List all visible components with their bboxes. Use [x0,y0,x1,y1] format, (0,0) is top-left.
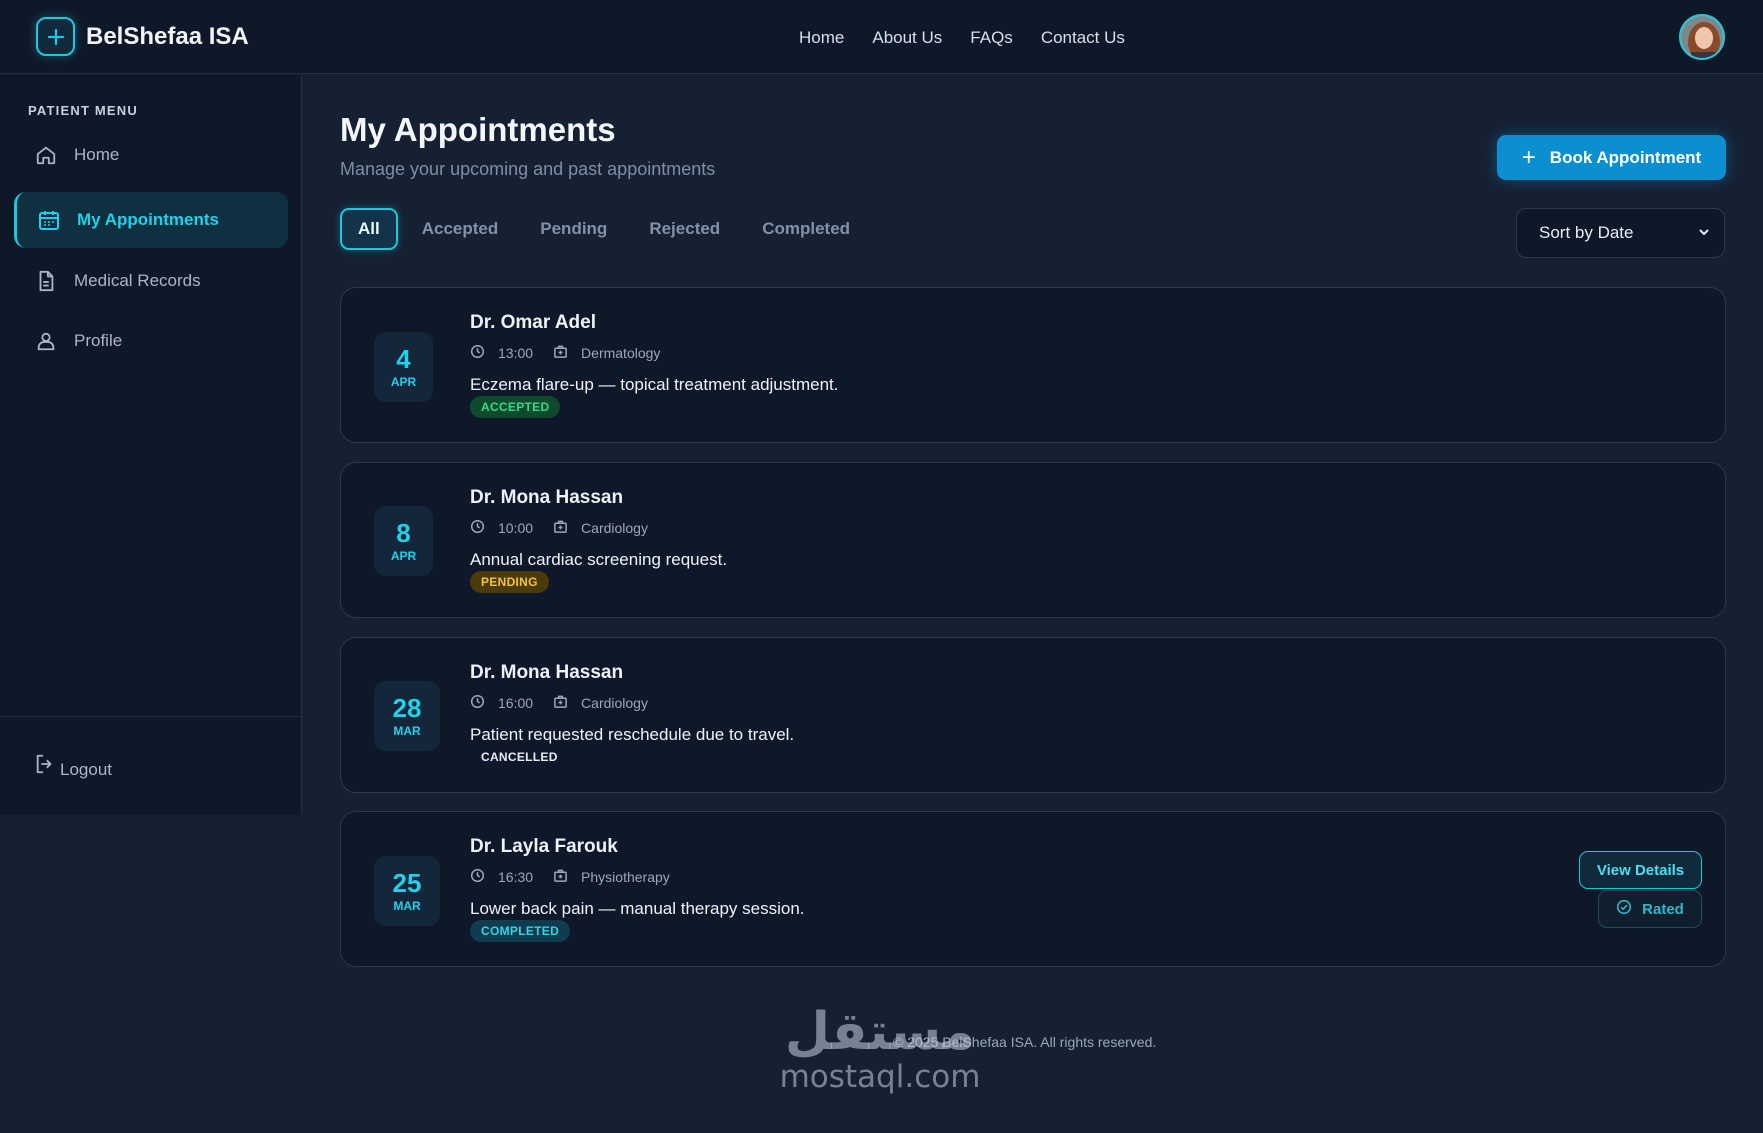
status-badge: CANCELLED [481,750,558,764]
page-title: My Appointments [340,111,616,148]
top-navbar: BelShefaa ISA Home About Us FAQs Contact… [0,0,1763,74]
view-details-button[interactable]: View Details [1579,851,1702,889]
tab-all[interactable]: All [340,208,398,250]
doctor-name: Dr. Omar Adel [470,312,597,333]
nav-about-link[interactable]: About Us [872,28,942,48]
appointment-card[interactable]: 8 APR Dr. Mona Hassan 10:00 Cardiology A… [340,462,1726,618]
check-circle-icon [1616,899,1632,919]
watermark-latin: mostaql.com [779,1059,981,1095]
brand-name: BelShefaa ISA [86,22,249,50]
appointment-time: 16:30 [498,869,534,885]
appointment-meta: 16:30 Physiotherapy [470,868,670,886]
appointment-card[interactable]: 25 MAR Dr. Layla Farouk 16:30 Physiother… [340,811,1726,967]
appointment-meta: 13:00 Dermatology [470,344,660,362]
appointment-time: 10:00 [498,520,534,536]
clock-icon [470,868,485,886]
status-filter-tabs: All Accepted Pending Rejected Completed [340,208,892,250]
tab-accepted[interactable]: Accepted [422,219,499,239]
sidebar-item-label: My Appointments [77,210,219,229]
appointment-note: Patient requested reschedule due to trav… [470,725,795,744]
medical-bag-icon [553,519,568,537]
appointment-card[interactable]: 4 APR Dr. Omar Adel 13:00 Dermatology Ec… [340,287,1726,443]
sort-select[interactable]: Sort by Date [1516,208,1725,258]
nav-home-link[interactable]: Home [799,28,844,48]
date-day: 25 [392,868,422,898]
status-badge: ACCEPTED [470,396,561,418]
clock-icon [470,344,485,362]
logout-label: Logout [60,760,112,779]
doctor-name: Dr. Mona Hassan [470,662,624,683]
appointment-meta: 10:00 Cardiology [470,519,648,537]
medical-bag-icon [553,868,568,886]
appointment-note: Annual cardiac screening request. [470,550,728,569]
date-month: MAR [393,724,421,738]
appointment-specialty: Cardiology [581,695,648,711]
appointment-specialty: Cardiology [581,520,648,536]
tab-pending[interactable]: Pending [540,219,607,239]
appointment-time: 13:00 [498,345,534,361]
watermark-logo: مستقل mostaql.com [773,1004,987,1094]
appointment-time: 16:00 [498,695,534,711]
date-day: 4 [396,344,411,374]
date-month: APR [390,375,417,389]
rated-button[interactable]: Rated [1598,890,1702,928]
date-box: 25 MAR [374,856,440,926]
sort-selected-value: Sort by Date [1539,223,1634,242]
nav-contact-link[interactable]: Contact Us [1041,28,1125,48]
date-month: MAR [393,899,421,913]
document-icon [34,269,58,293]
sidebar-divider [0,716,302,717]
doctor-name: Dr. Mona Hassan [470,487,624,508]
date-box: 28 MAR [374,681,440,751]
appointment-note: Lower back pain — manual therapy session… [470,899,805,918]
status-badge: COMPLETED [470,920,571,942]
sidebar-item-home[interactable]: Home [14,127,288,182]
user-avatar[interactable] [1679,14,1725,60]
sidebar-heading: PATIENT MENU [28,103,138,118]
date-day: 28 [392,693,422,723]
sidebar-item-label: Medical Records [74,270,201,290]
tab-completed[interactable]: Completed [762,219,850,239]
sidebar-item-medical-records[interactable]: Medical Records [14,253,288,308]
calendar-icon [37,208,61,232]
date-month: APR [390,549,417,563]
brand[interactable]: BelShefaa ISA [36,17,249,56]
appointment-card[interactable]: 28 MAR Dr. Mona Hassan 16:00 Cardiology … [340,637,1726,793]
nav-faqs-link[interactable]: FAQs [970,28,1013,48]
sidebar-item-label: Home [74,144,120,164]
date-box: 4 APR [374,332,433,402]
date-box: 8 APR [374,506,433,576]
appointment-specialty: Physiotherapy [581,869,670,885]
logout-button[interactable]: Logout [34,753,112,780]
logout-icon [34,753,56,780]
rated-label: Rated [1642,900,1684,918]
medical-bag-icon [553,694,568,712]
sidebar-item-my-appointments[interactable]: My Appointments [14,192,288,248]
sidebar-item-label: Profile [74,330,123,350]
date-day: 8 [396,518,411,548]
user-icon [34,329,58,353]
chevron-down-icon [1697,224,1711,244]
watermark-arabic: مستقل [784,1002,976,1062]
plus-icon: + [1521,143,1536,171]
page-subtitle: Manage your upcoming and past appointmen… [340,159,716,179]
home-icon [34,143,58,167]
sidebar-item-profile[interactable]: Profile [14,313,288,368]
sidebar: PATIENT MENU Home My Appointments Medica… [0,75,302,815]
book-appointment-button[interactable]: + Book Appointment [1497,135,1726,180]
doctor-name: Dr. Layla Farouk [470,836,618,857]
appointment-note: Eczema flare-up — topical treatment adju… [470,375,839,394]
clock-icon [470,694,485,712]
plus-logo-icon [36,17,75,56]
status-badge: PENDING [470,571,549,593]
top-nav: Home About Us FAQs Contact Us [799,28,1153,48]
book-appointment-label: Book Appointment [1549,147,1702,167]
clock-icon [470,519,485,537]
tab-rejected[interactable]: Rejected [649,219,720,239]
medical-bag-icon [553,344,568,362]
appointment-specialty: Dermatology [581,345,661,361]
appointment-meta: 16:00 Cardiology [470,694,648,712]
